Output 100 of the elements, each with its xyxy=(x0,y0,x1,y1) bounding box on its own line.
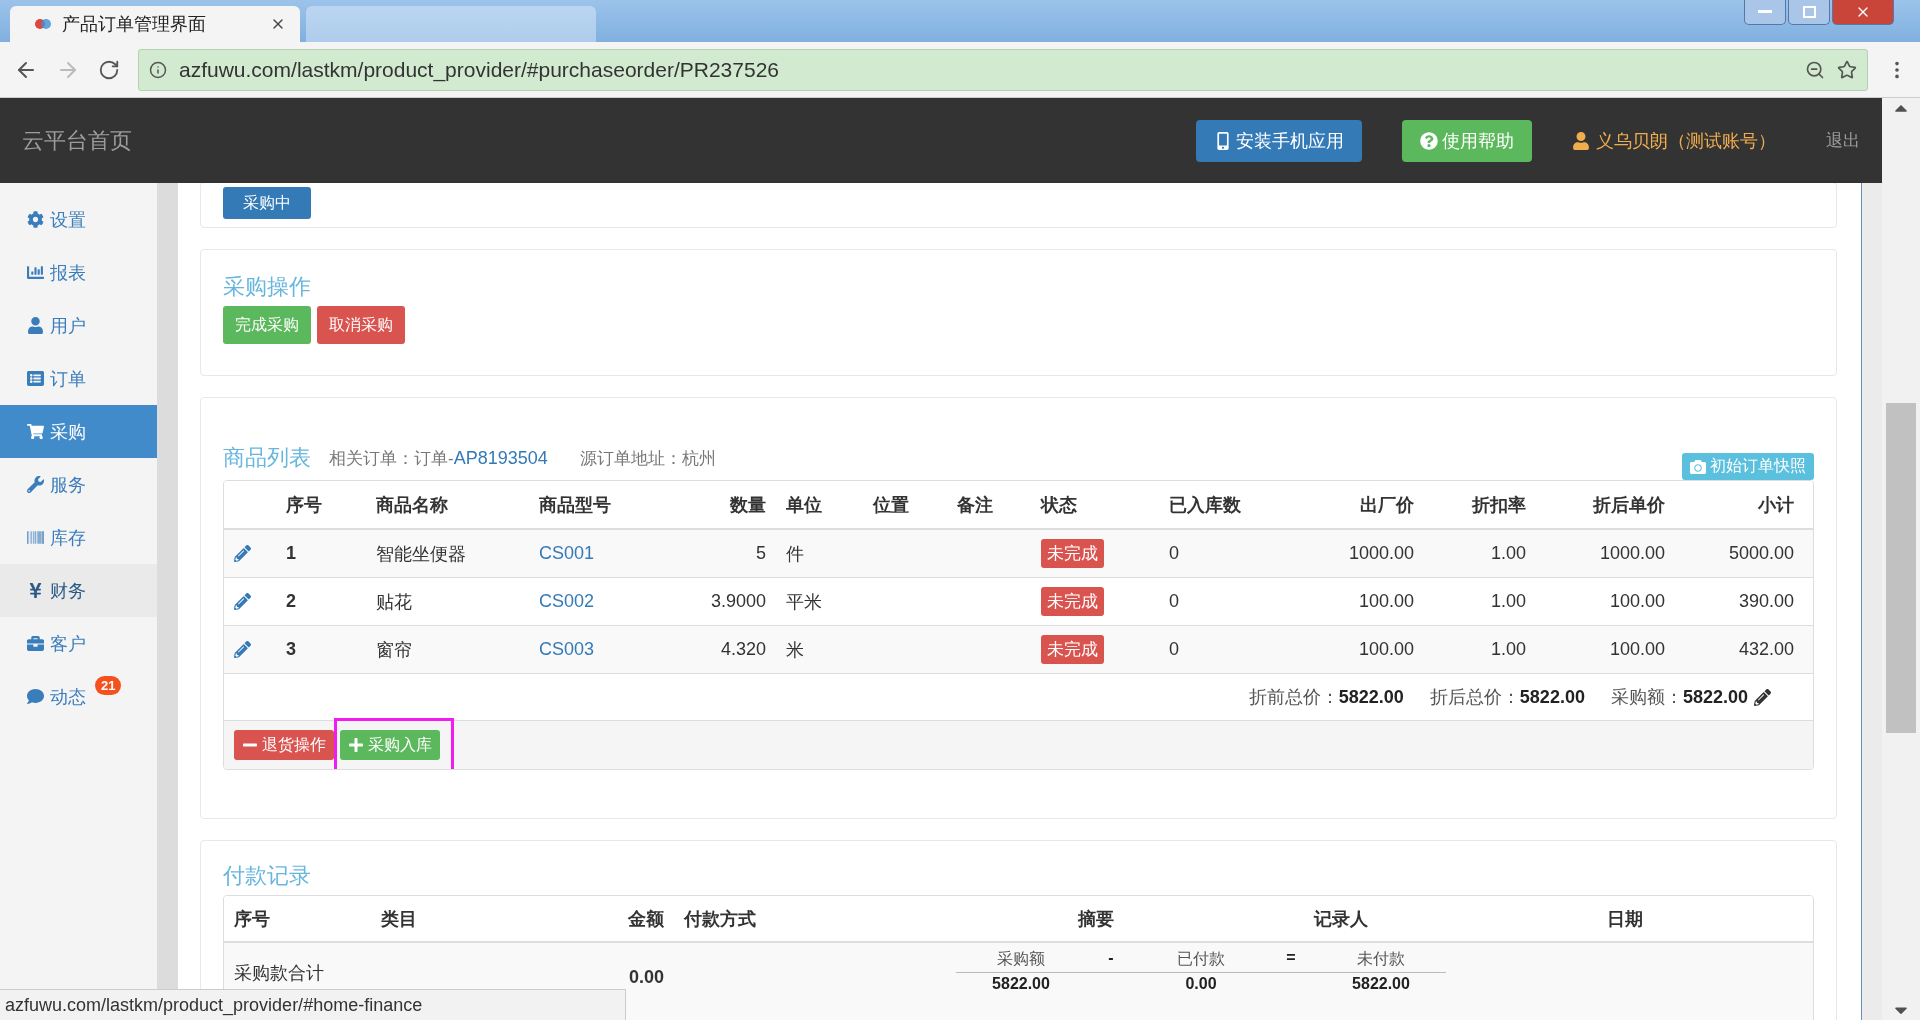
user-icon xyxy=(27,317,44,334)
table-cell-text: 贴花 xyxy=(375,590,413,614)
zoom-icon[interactable] xyxy=(1805,59,1825,80)
sidebar-item[interactable]: 用户 xyxy=(0,299,157,352)
comment-icon xyxy=(27,688,44,705)
user-link[interactable]: 义乌贝朗（测试账号） xyxy=(1596,128,1776,153)
table-cell-text: 米 xyxy=(785,638,805,662)
address-field[interactable]: azfuwu.com/lastkm/product_provider/#purchaseorder/PR237526 xyxy=(138,48,1868,91)
sidebar-label: 采购 xyxy=(50,420,86,444)
star-icon[interactable] xyxy=(1837,59,1857,80)
count-badge: 21 xyxy=(95,676,122,695)
table-cell-text: 3 xyxy=(285,639,297,660)
column-header: 序号 xyxy=(233,907,271,931)
table-cell-text: 432.00 xyxy=(1737,639,1795,660)
table-cell-text: 0.00 xyxy=(627,966,665,988)
column-header: 记录人 xyxy=(1312,907,1369,931)
action-button[interactable]: 退货操作 xyxy=(234,730,334,760)
sidebar-label: 客户 xyxy=(50,632,86,656)
table-cell-text: 100.00 xyxy=(1608,591,1666,612)
column-header: 状态 xyxy=(1039,493,1078,517)
url-text: azfuwu.com/lastkm/product_provider/#purchaseorder/PR237526 xyxy=(179,57,780,82)
help-button[interactable]: 使用帮助 xyxy=(1402,119,1532,162)
section-title: 商品列表 xyxy=(223,444,311,472)
table-cell-text: 平米 xyxy=(785,590,823,614)
browser-tab[interactable]: 产品订单管理界面 xyxy=(10,6,300,42)
column-header: 数量 xyxy=(729,493,767,517)
section-title: 采购操作 xyxy=(223,274,311,299)
table-cell-text: 100.00 xyxy=(1357,639,1415,660)
wrench-icon xyxy=(27,476,44,493)
column-header: 折扣率 xyxy=(1471,493,1527,517)
camera-icon xyxy=(1690,458,1706,475)
model-link[interactable]: CS003 xyxy=(529,639,686,660)
operation-button[interactable]: 完成采购 xyxy=(223,306,311,344)
status-button[interactable]: 采购中 xyxy=(223,187,311,219)
table-cell-text: 4.320 xyxy=(719,639,767,660)
column-header: 单位 xyxy=(785,493,823,517)
table-cell-text: 1.00 xyxy=(1489,591,1527,612)
column-header: 金额 xyxy=(627,907,665,931)
column-header: 日期 xyxy=(1606,907,1644,931)
sidebar-item[interactable]: 订单 xyxy=(0,352,157,405)
total-text: 折前总价：5822.00 xyxy=(1248,686,1404,709)
sidebar-item[interactable]: 采购 xyxy=(0,405,157,458)
tab-title: 产品订单管理界面 xyxy=(62,13,207,36)
action-button[interactable]: 采购入库 xyxy=(340,730,440,760)
model-link[interactable]: CS002 xyxy=(529,591,686,612)
sidebar-item[interactable]: 报表 xyxy=(0,246,157,299)
table-cell-text: 100.00 xyxy=(1357,591,1415,612)
edit-icon[interactable] xyxy=(1754,688,1771,706)
column-header: 位置 xyxy=(871,493,910,517)
table-cell-text: 1.00 xyxy=(1489,543,1527,564)
table-cell-text: 1000.00 xyxy=(1598,543,1666,564)
table-cell-text: 智能坐便器 xyxy=(375,542,467,566)
phone-icon xyxy=(1214,131,1232,150)
sidebar-item[interactable]: 财务 xyxy=(0,564,157,617)
snapshot-button[interactable]: 初始订单快照 xyxy=(1682,453,1814,480)
sidebar-label: 服务 xyxy=(50,473,86,497)
table-cell-text: 0 xyxy=(1168,639,1180,660)
briefcase-icon xyxy=(27,635,44,652)
help-icon xyxy=(1420,131,1438,150)
scroll-thumb[interactable] xyxy=(1886,403,1916,733)
related-order-label: 相关订单：订单- xyxy=(329,447,454,470)
bar-chart-icon xyxy=(27,264,44,281)
status-label: 未完成 xyxy=(1041,635,1104,664)
status-url: azfuwu.com/lastkm/product_provider/#home-finance xyxy=(0,989,626,1020)
status-label: 未完成 xyxy=(1041,539,1104,568)
sidebar-item[interactable]: 设置 xyxy=(0,193,157,246)
brand-link[interactable]: 云平台首页 xyxy=(22,125,132,156)
scrollbar[interactable] xyxy=(1882,98,1920,1020)
table-cell-text: 0 xyxy=(1168,543,1180,564)
app-logo-icon xyxy=(34,16,52,32)
section-title: 付款记录 xyxy=(223,863,311,888)
minimize-button[interactable] xyxy=(1744,0,1786,25)
model-link[interactable]: CS001 xyxy=(529,543,686,564)
install-app-button[interactable]: 安装手机应用 xyxy=(1196,119,1362,162)
table-cell-text: 2 xyxy=(285,591,297,612)
sidebar-item[interactable]: 动态 21 xyxy=(0,670,157,723)
sidebar-item[interactable]: 库存 xyxy=(0,511,157,564)
formula-value: 5822.00 xyxy=(991,974,1051,993)
operation-button[interactable]: 取消采购 xyxy=(317,306,405,344)
table-cell-text: 3.9000 xyxy=(709,591,767,612)
formula-value: 5822.00 xyxy=(1351,974,1411,993)
column-header: 小计 xyxy=(1757,493,1795,517)
logout-link[interactable]: 退出 xyxy=(1826,129,1860,152)
column-header: 付款方式 xyxy=(682,907,757,931)
info-icon[interactable] xyxy=(149,60,167,79)
maximize-button[interactable] xyxy=(1788,0,1830,25)
sidebar-label: 库存 xyxy=(50,526,86,550)
reload-icon[interactable] xyxy=(98,58,120,81)
barcode-icon xyxy=(27,529,44,546)
source-address: 源订单地址：杭州 xyxy=(579,447,716,470)
operator-sign: = xyxy=(1266,949,1316,973)
sidebar-item[interactable]: 客户 xyxy=(0,617,157,670)
sidebar-item[interactable]: 服务 xyxy=(0,458,157,511)
table-cell-text: 采购款合计 xyxy=(233,962,325,985)
table-cell-text: 件 xyxy=(785,542,805,566)
table-cell-text: 1 xyxy=(285,543,297,564)
table-cell-text: 100.00 xyxy=(1608,639,1666,660)
settings-icon xyxy=(27,211,44,228)
order-link[interactable]: AP8193504 xyxy=(453,447,548,469)
formula-label: 采购额 xyxy=(956,949,1086,973)
